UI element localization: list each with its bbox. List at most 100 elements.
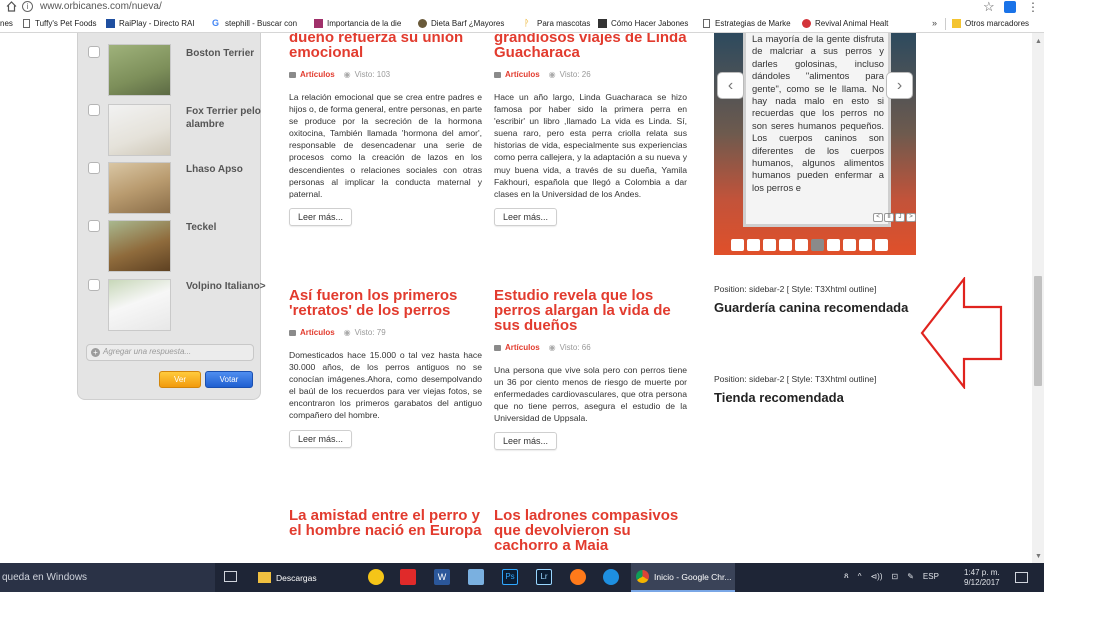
home-icon[interactable]	[6, 1, 17, 12]
other-bookmarks[interactable]: Otros marcadores	[952, 19, 1029, 28]
photoshop-icon[interactable]: Ps	[502, 569, 518, 585]
slider-dot[interactable]	[859, 239, 872, 251]
notification-icon[interactable]	[1015, 572, 1028, 583]
mini-stop-icon[interactable]: J	[895, 213, 905, 222]
bookmark-label: Otros marcadores	[965, 19, 1030, 28]
bookmark-item[interactable]: Tuffy's Pet Foods	[22, 19, 97, 28]
poll-checkbox[interactable]	[88, 162, 100, 174]
bookmark-label: Revival Animal Healt	[815, 19, 889, 28]
slider-dot[interactable]	[843, 239, 856, 251]
bookmark-item[interactable]: Revival Animal Healt	[802, 19, 888, 28]
article-category[interactable]: Artículos	[505, 70, 540, 79]
article-meta: Artículos ◉ Visto: 79	[289, 328, 482, 337]
slider-prev-button[interactable]: ‹	[717, 72, 744, 99]
word-icon[interactable]: W	[434, 569, 450, 585]
view-results-button[interactable]: Ver	[159, 371, 201, 388]
article-category[interactable]: Artículos	[300, 70, 335, 79]
vote-button[interactable]: Votar	[205, 371, 253, 388]
slider-dot[interactable]	[763, 239, 776, 251]
read-more-button[interactable]: Leer más...	[289, 429, 353, 448]
bookmark-item[interactable]: ᚹ Para mascotas	[524, 18, 590, 29]
taskbar-search[interactable]: queda en Windows	[0, 563, 215, 592]
scroll-down-icon[interactable]: ▼	[1035, 553, 1042, 560]
article-views: Visto: 79	[354, 328, 386, 337]
taskbar-app-chrome[interactable]: Inicio - Google Chr...	[631, 563, 735, 592]
slider-dot[interactable]	[811, 239, 824, 251]
article-title[interactable]: Así fueron los primeros 'retratos' de lo…	[289, 288, 482, 318]
bookmark-item[interactable]: Estrategias de Marke	[702, 19, 791, 28]
notepad-icon[interactable]	[468, 569, 484, 585]
screen-margin	[1044, 0, 1100, 619]
poll-checkbox[interactable]	[88, 220, 100, 232]
slider-dot[interactable]	[827, 239, 840, 251]
browser-menu-icon[interactable]: ⋮	[1027, 0, 1039, 14]
bookmark-label: Importancia de la die	[327, 19, 402, 28]
poll-checkbox[interactable]	[88, 46, 100, 58]
security-icon[interactable]	[400, 569, 416, 585]
scroll-up-icon[interactable]: ▲	[1035, 38, 1042, 45]
chrome-icon	[636, 570, 649, 583]
article-category[interactable]: Artículos	[505, 343, 540, 352]
module-position: Position: sidebar-2 [ Style: T3Xhtml out…	[714, 374, 877, 384]
bookmark-item[interactable]: Gstephill - Buscar con	[212, 19, 297, 29]
volume-icon[interactable]: ⊲))	[870, 572, 882, 581]
site-info-icon[interactable]: i	[22, 1, 33, 12]
people-icon[interactable]: ጸ	[844, 571, 849, 581]
slider-next-button[interactable]: ›	[886, 72, 913, 99]
clock-time: 1:47 p. m.	[964, 568, 1000, 577]
article-title[interactable]: dueño refuerza su unión emocional	[289, 33, 482, 60]
mini-pause-icon[interactable]: II	[884, 213, 894, 222]
bookmark-icon: ᚹ	[524, 18, 530, 28]
scroll-thumb[interactable]	[1034, 276, 1042, 386]
windows-taskbar: queda en Windows Descargas W Ps Lr Inici…	[0, 563, 1044, 592]
firefox-icon[interactable]	[570, 569, 586, 585]
article-title[interactable]: Estudio revela que los perros alargan la…	[494, 288, 687, 333]
read-more-button[interactable]: Leer más...	[289, 207, 353, 226]
folder-icon	[494, 71, 501, 78]
lightroom-icon[interactable]: Lr	[536, 569, 552, 585]
poll-checkbox[interactable]	[88, 279, 100, 291]
network-icon[interactable]: ⊡	[892, 572, 899, 581]
bookmark-item[interactable]: Importancia de la die	[314, 19, 401, 28]
article-card: dueño refuerza su unión emocional Artícu…	[289, 33, 482, 226]
lhasa-apso-photo	[108, 162, 171, 214]
bookmark-item[interactable]: nes	[0, 19, 13, 28]
read-more-button[interactable]: Leer más...	[494, 207, 558, 226]
sidebar-module: Position: sidebar-2 [ Style: T3Xhtml out…	[714, 284, 914, 317]
poll-checkbox[interactable]	[88, 104, 100, 116]
url-field[interactable]: www.orbicanes.com/nueva/	[40, 1, 162, 12]
poll-option-label: Fox Terrier pelo alambre	[186, 106, 261, 130]
poll-answer-input[interactable]: + Agregar una respuesta...	[86, 344, 254, 361]
read-more-button[interactable]: Leer más...	[494, 432, 558, 451]
taskbar-clock[interactable]: 1:47 p. m. 9/12/2017	[964, 568, 1000, 588]
bookmarks-overflow-icon[interactable]: »	[932, 18, 937, 28]
language-indicator[interactable]: ESP	[923, 572, 939, 581]
slider-dot[interactable]	[779, 239, 792, 251]
slider-dot[interactable]	[795, 239, 808, 251]
bookmark-item[interactable]: Cómo Hacer Jabones	[598, 19, 688, 28]
folder-icon	[494, 344, 501, 351]
page-icon	[703, 19, 710, 28]
article-category[interactable]: Artículos	[300, 328, 335, 337]
article-title[interactable]: grandiosos viajes de Linda Guacharaca	[494, 33, 687, 60]
pen-icon[interactable]: ✎	[907, 572, 914, 581]
screen: i www.orbicanes.com/nueva/ ☆ ⋮ nes Tuffy…	[0, 0, 1100, 619]
article-title[interactable]: Los ladrones compasivos que devolvieron …	[494, 508, 687, 553]
mini-prev-icon[interactable]: <	[873, 213, 883, 222]
tray-expand-icon[interactable]: ^	[858, 572, 862, 581]
slider-dot[interactable]	[747, 239, 760, 251]
bookmark-star-icon[interactable]: ☆	[983, 0, 995, 15]
bookmark-item[interactable]: Dieta Barf ¿Mayores	[418, 19, 504, 28]
taskbar-app-explorer[interactable]: Descargas	[255, 563, 355, 592]
slider-dot[interactable]	[731, 239, 744, 251]
norton-icon[interactable]	[368, 569, 384, 585]
slider-dot[interactable]	[875, 239, 888, 251]
article-meta: Artículos ◉ Visto: 26	[494, 70, 687, 79]
bookmark-item[interactable]: RaiPlay - Directo RAI	[106, 19, 195, 28]
edge-icon[interactable]	[603, 569, 619, 585]
extension-icon[interactable]	[1004, 1, 1016, 13]
article-title[interactable]: La amistad entre el perro y el hombre na…	[289, 508, 482, 538]
task-view-icon[interactable]	[224, 571, 237, 582]
mini-next-icon[interactable]: >	[906, 213, 916, 222]
bookmark-label: Dieta Barf ¿Mayores	[431, 19, 505, 28]
